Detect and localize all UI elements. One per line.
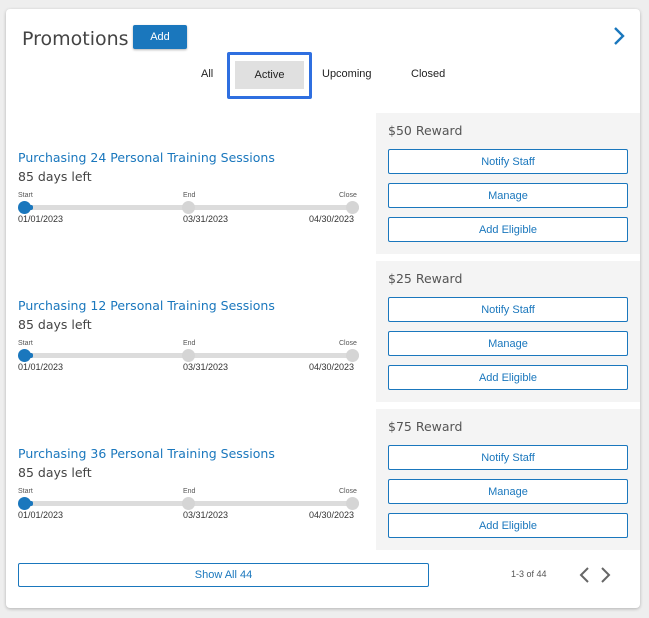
start-date: 01/01/2023 [18,362,64,372]
timeline-start-dot [18,497,31,510]
timeline-end-label: End [183,488,196,495]
timeline-end-dot [182,349,195,362]
end-date: 03/31/2023 [183,214,229,224]
notify-staff-button[interactable]: Notify Staff [388,297,628,322]
chevron-left-icon[interactable] [578,566,590,584]
notify-staff-button[interactable]: Notify Staff [388,149,628,174]
chevron-right-icon[interactable] [610,25,628,47]
timeline-close-dot [346,349,359,362]
end-date: 03/31/2023 [183,362,229,372]
timeline-close-dot [346,201,359,214]
tab-upcoming[interactable]: Upcoming [322,68,372,80]
reward-amount: $50 Reward [388,123,463,138]
page-title: Promotions [22,28,129,50]
timeline-close-label: Close [339,488,357,495]
timeline-start-label: Start [18,488,33,495]
close-date: 04/30/2023 [309,362,355,372]
add-button[interactable]: Add [133,25,187,49]
chevron-right-icon[interactable] [600,566,612,584]
reward-panel: $25 Reward Notify Staff Manage Add Eligi… [376,261,640,402]
notify-staff-button[interactable]: Notify Staff [388,445,628,470]
promotion-item: Purchasing 12 Personal Training Sessions… [6,261,640,402]
close-date: 04/30/2023 [309,510,355,520]
add-eligible-button[interactable]: Add Eligible [388,365,628,390]
manage-button[interactable]: Manage [388,183,628,208]
timeline-close-label: Close [339,340,357,347]
add-eligible-button[interactable]: Add Eligible [388,513,628,538]
timeline-close-label: Close [339,192,357,199]
days-left: 85 days left [18,465,92,480]
promotion-item: Purchasing 24 Personal Training Sessions… [6,113,640,254]
timeline-start-label: Start [18,192,33,199]
tab-active[interactable]: Active [235,61,304,89]
promotion-name-link[interactable]: Purchasing 36 Personal Training Sessions [18,446,275,461]
reward-panel: $75 Reward Notify Staff Manage Add Eligi… [376,409,640,550]
add-eligible-button[interactable]: Add Eligible [388,217,628,242]
start-date: 01/01/2023 [18,510,64,520]
promotion-name-link[interactable]: Purchasing 24 Personal Training Sessions [18,150,275,165]
promotion-name-link[interactable]: Purchasing 12 Personal Training Sessions [18,298,275,313]
timeline-start-dot [18,201,31,214]
tab-closed[interactable]: Closed [411,68,445,80]
start-date: 01/01/2023 [18,214,64,224]
timeline-end-dot [182,497,195,510]
promotion-item: Purchasing 36 Personal Training Sessions… [6,409,640,550]
promotions-card: Promotions Add All Active Upcoming Close… [6,9,640,608]
manage-button[interactable]: Manage [388,479,628,504]
timeline-start-label: Start [18,340,33,347]
close-date: 04/30/2023 [309,214,355,224]
days-left: 85 days left [18,317,92,332]
reward-amount: $25 Reward [388,271,463,286]
end-date: 03/31/2023 [183,510,229,520]
reward-amount: $75 Reward [388,419,463,434]
timeline-end-label: End [183,192,196,199]
days-left: 85 days left [18,169,92,184]
timeline-end-dot [182,201,195,214]
timeline-close-dot [346,497,359,510]
tab-all[interactable]: All [201,68,213,80]
reward-panel: $50 Reward Notify Staff Manage Add Eligi… [376,113,640,254]
manage-button[interactable]: Manage [388,331,628,356]
timeline-start-dot [18,349,31,362]
timeline-end-label: End [183,340,196,347]
pagination-info: 1-3 of 44 [511,569,547,579]
show-all-button[interactable]: Show All 44 [18,563,429,587]
